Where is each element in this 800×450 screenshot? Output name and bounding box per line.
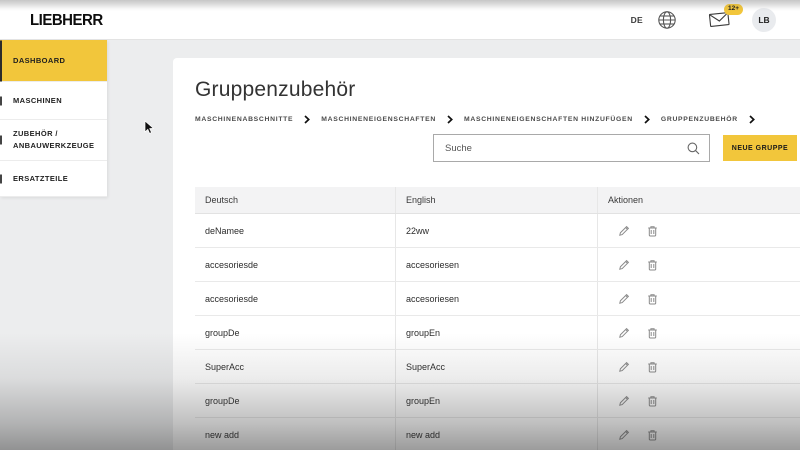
cell-aktionen <box>598 316 800 349</box>
search-row: NEUE GRUPPE <box>433 133 800 163</box>
breadcrumb-item-maschineneigenschaften-hinzufuegen[interactable]: MASCHINENEIGENSCHAFTEN HINZUFÜGEN <box>464 116 633 123</box>
trash-icon[interactable] <box>647 361 658 373</box>
avatar[interactable]: LB <box>752 8 776 32</box>
cell-deutsch: accesoriesde <box>195 282 396 315</box>
sidebar-item-label: MASCHINEN <box>13 95 62 107</box>
new-group-button[interactable]: NEUE GRUPPE <box>723 135 797 161</box>
mail-icon[interactable]: 12+ <box>709 12 730 27</box>
header-actions: DE 12+ LB <box>631 8 776 32</box>
pencil-icon[interactable] <box>618 293 630 305</box>
cell-english: 22ww <box>396 214 598 247</box>
table-row: deNamee 22ww <box>195 214 800 248</box>
cell-deutsch: SuperAcc <box>195 350 396 383</box>
sidebar-item-dashboard[interactable]: DASHBOARD <box>0 40 107 82</box>
table-row: new add new add <box>195 418 800 450</box>
search-input[interactable] <box>445 143 687 154</box>
table-header-row: Deutsch English Aktionen <box>195 187 800 214</box>
trash-icon[interactable] <box>647 327 658 339</box>
cell-deutsch: groupDe <box>195 384 396 417</box>
groups-table: Deutsch English Aktionen deNamee 22ww <box>195 187 800 450</box>
trash-icon[interactable] <box>647 429 658 441</box>
cell-deutsch: accesoriesde <box>195 248 396 281</box>
column-header-aktionen: Aktionen <box>598 187 800 213</box>
column-header-english: English <box>396 187 598 213</box>
sidebar-item-ersatzteile[interactable]: ERSATZTEILE <box>0 161 107 197</box>
globe-icon[interactable] <box>657 10 677 30</box>
mouse-cursor <box>144 120 155 140</box>
pencil-icon[interactable] <box>618 429 630 441</box>
trash-icon[interactable] <box>647 395 658 407</box>
cell-english: groupEn <box>396 384 598 417</box>
top-header: LIEBHERR DE 12+ LB <box>0 0 800 40</box>
cell-deutsch: deNamee <box>195 214 396 247</box>
table-row: accesoriesde accesoriesen <box>195 248 800 282</box>
sidebar-item-label: DASHBOARD <box>13 55 65 67</box>
table-row: SuperAcc SuperAcc <box>195 350 800 384</box>
page-title: Gruppenzubehör <box>195 78 800 102</box>
cell-deutsch: groupDe <box>195 316 396 349</box>
trash-icon[interactable] <box>647 225 658 237</box>
liebherr-logo: LIEBHERR <box>30 12 103 30</box>
cell-aktionen <box>598 418 800 450</box>
search-box <box>433 134 710 162</box>
cell-aktionen <box>598 248 800 281</box>
trash-icon[interactable] <box>647 293 658 305</box>
sidebar: DASHBOARD MASCHINEN ZUBEHÖR / ANBAUWERKZ… <box>0 40 107 197</box>
cell-aktionen <box>598 350 800 383</box>
chevron-right-icon <box>447 115 453 124</box>
language-selector[interactable]: DE <box>631 15 643 25</box>
pencil-icon[interactable] <box>618 395 630 407</box>
chevron-right-icon <box>644 115 650 124</box>
cell-english: groupEn <box>396 316 598 349</box>
chevron-right-icon <box>304 115 310 124</box>
table-row: groupDe groupEn <box>195 316 800 350</box>
mail-badge: 12+ <box>724 4 743 15</box>
pencil-icon[interactable] <box>618 327 630 339</box>
cell-aktionen <box>598 282 800 315</box>
column-header-deutsch: Deutsch <box>195 187 396 213</box>
pencil-icon[interactable] <box>618 259 630 271</box>
sidebar-item-zubehoer-anbauwerkzeuge[interactable]: ZUBEHÖR / ANBAUWERKZEUGE <box>0 120 107 161</box>
chevron-right-icon <box>749 115 755 124</box>
cell-aktionen <box>598 214 800 247</box>
cell-english: accesoriesen <box>396 248 598 281</box>
table-row: accesoriesde accesoriesen <box>195 282 800 316</box>
cell-english: new add <box>396 418 598 450</box>
cell-english: SuperAcc <box>396 350 598 383</box>
main-content: Gruppenzubehör MASCHINENABSCHNITTE MASCH… <box>173 58 800 450</box>
breadcrumb-item-maschinenabschnitte[interactable]: MASCHINENABSCHNITTE <box>195 116 293 123</box>
cell-aktionen <box>598 384 800 417</box>
sidebar-item-label: ZUBEHÖR / ANBAUWERKZEUGE <box>13 128 99 151</box>
pencil-icon[interactable] <box>618 225 630 237</box>
sidebar-item-label: ERSATZTEILE <box>13 173 68 185</box>
breadcrumb: MASCHINENABSCHNITTE MASCHINENEIGENSCHAFT… <box>195 115 800 124</box>
pencil-icon[interactable] <box>618 361 630 373</box>
sidebar-item-maschinen[interactable]: MASCHINEN <box>0 82 107 120</box>
cell-english: accesoriesen <box>396 282 598 315</box>
table-row: groupDe groupEn <box>195 384 800 418</box>
breadcrumb-item-maschineneigenschaften[interactable]: MASCHINENEIGENSCHAFTEN <box>321 116 436 123</box>
breadcrumb-item-gruppenzubehoer[interactable]: GRUPPENZUBEHÖR <box>661 116 738 123</box>
trash-icon[interactable] <box>647 259 658 271</box>
search-icon[interactable] <box>687 142 700 155</box>
cell-deutsch: new add <box>195 418 396 450</box>
